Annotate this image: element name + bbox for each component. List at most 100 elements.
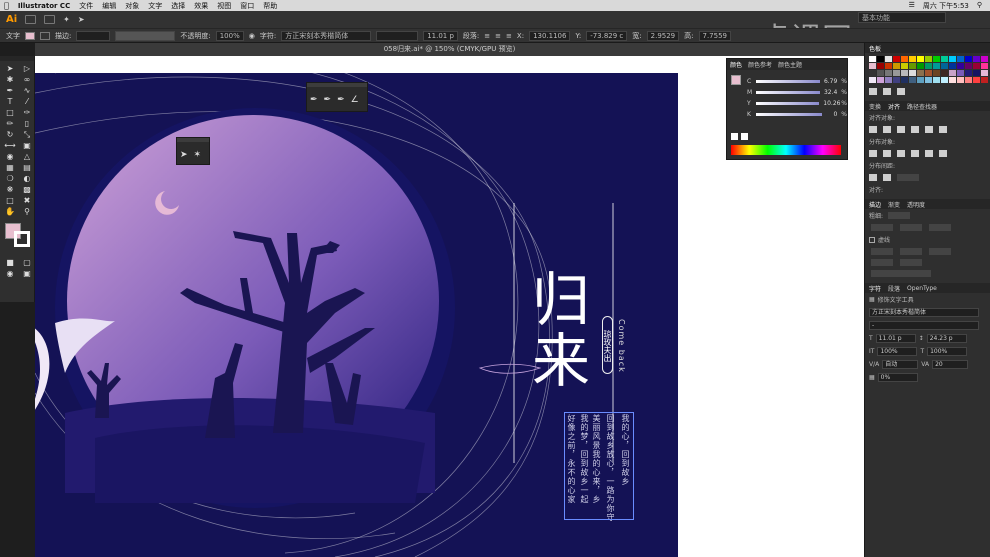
swatch-chip[interactable] xyxy=(981,56,988,62)
menu-help[interactable]: 帮助 xyxy=(263,1,277,11)
menu-view[interactable]: 视图 xyxy=(217,1,231,11)
draw-normal-icon[interactable]: ◉ xyxy=(3,269,17,278)
variable-width-field[interactable] xyxy=(115,30,176,41)
arrange-documents-icon[interactable] xyxy=(44,15,56,24)
swatch-chip[interactable] xyxy=(893,77,900,83)
tab-gradient[interactable]: 渐变 xyxy=(888,200,900,209)
subtitle-english[interactable]: Come back xyxy=(617,319,626,373)
swatch-chip[interactable] xyxy=(965,63,972,69)
fill-swatch[interactable] xyxy=(25,31,35,40)
swatch-chip[interactable] xyxy=(981,63,988,69)
swatch-chip[interactable] xyxy=(901,56,908,62)
swatch-chip[interactable] xyxy=(957,77,964,83)
tab-transform[interactable]: 变换 xyxy=(869,102,881,111)
selection-tool-icon[interactable]: ➤ xyxy=(3,64,17,73)
swatch-chip[interactable] xyxy=(925,56,932,62)
align-left-icon[interactable] xyxy=(869,126,877,133)
clock[interactable]: 周六 下午5:53 xyxy=(923,1,969,11)
swatch-chip[interactable] xyxy=(885,56,892,62)
brush-icon[interactable]: ✦ xyxy=(63,15,70,24)
wifi-icon[interactable]: ☰ xyxy=(909,1,915,11)
tab-character[interactable]: 字符 xyxy=(869,284,881,293)
swatch-chip[interactable] xyxy=(933,70,940,76)
floating-panel-header[interactable] xyxy=(177,138,209,142)
font-style-field[interactable]: - xyxy=(869,321,979,330)
anchor-convert-icon[interactable]: ∠ xyxy=(351,95,359,105)
font-size-field[interactable]: 11.01 p xyxy=(875,334,916,343)
title-char-2[interactable]: 来 xyxy=(532,314,590,398)
swatch-chip[interactable] xyxy=(925,77,932,83)
touch-type-row[interactable]: ▦ 修饰文字工具 xyxy=(865,293,990,306)
delete-swatch-icon[interactable] xyxy=(897,88,905,95)
swatch-chip[interactable] xyxy=(869,63,876,69)
align-hcenter-icon[interactable] xyxy=(883,126,891,133)
artboard-tool-icon[interactable]: □ xyxy=(3,196,17,205)
swatch-chip[interactable] xyxy=(925,63,932,69)
swatch-chip[interactable] xyxy=(901,77,908,83)
cp-fill-swatch[interactable] xyxy=(731,75,741,85)
font-family-field[interactable]: 方正宋刻本秀楷简体 xyxy=(281,30,372,41)
swatch-chip[interactable] xyxy=(877,70,884,76)
swatch-chip[interactable] xyxy=(933,77,940,83)
align-top-icon[interactable] xyxy=(911,126,919,133)
slider-m[interactable]: M 32.4% xyxy=(727,87,847,98)
swatch-chip[interactable] xyxy=(909,77,916,83)
swatch-chip[interactable] xyxy=(877,56,884,62)
tab-transparency[interactable]: 透明度 xyxy=(907,200,925,209)
slice-tool-icon[interactable]: ✖ xyxy=(20,196,34,205)
swatch-chip[interactable] xyxy=(901,70,908,76)
swatch-chip[interactable] xyxy=(901,63,908,69)
swatch-chip[interactable] xyxy=(869,77,876,83)
graph-tool-icon[interactable]: ▩ xyxy=(20,185,34,194)
swatch-chip[interactable] xyxy=(893,56,900,62)
menu-file[interactable]: 文件 xyxy=(79,1,93,11)
leading-field[interactable]: 24.23 p xyxy=(926,334,967,343)
swatch-chip[interactable] xyxy=(973,77,980,83)
tracking-field[interactable]: 20 xyxy=(932,360,969,369)
swatch-chip[interactable] xyxy=(949,63,956,69)
color-spectrum[interactable] xyxy=(731,145,841,155)
x-field[interactable]: 130.1106 xyxy=(529,30,571,41)
tab-swatches[interactable]: 色板 xyxy=(869,44,881,53)
tab-paragraph[interactable]: 段落 xyxy=(888,284,900,293)
none-swatch[interactable] xyxy=(731,133,738,140)
font-style-field[interactable] xyxy=(376,30,419,41)
menu-window[interactable]: 窗口 xyxy=(240,1,254,11)
rotate-tool-icon[interactable]: ↻ xyxy=(3,130,17,139)
eyedropper-tool-icon[interactable]: ❍ xyxy=(3,174,17,183)
swatch-chip[interactable] xyxy=(981,70,988,76)
menu-type[interactable]: 文字 xyxy=(148,1,162,11)
swatch-chip[interactable] xyxy=(973,70,980,76)
text-selection-box[interactable] xyxy=(564,412,634,520)
swatch-chip[interactable] xyxy=(869,56,876,62)
menu-select[interactable]: 选择 xyxy=(171,1,185,11)
stroke-weight-field[interactable] xyxy=(76,30,111,41)
swatch-chip[interactable] xyxy=(965,77,972,83)
document-tab[interactable]: 058归来.ai* @ 150% (CMYK/GPU 预览) xyxy=(35,43,864,56)
line-tool-icon[interactable]: ⁄ xyxy=(20,97,34,106)
rectangle-tool-icon[interactable]: □ xyxy=(3,108,17,117)
font-family-field[interactable]: 方正宋刻本秀楷简体 xyxy=(869,308,979,317)
swatch-chip[interactable] xyxy=(973,63,980,69)
add-anchor-icon[interactable]: ✒ xyxy=(324,95,332,105)
swatch-chip[interactable] xyxy=(949,70,956,76)
tab-color-themes[interactable]: 颜色主题 xyxy=(778,60,802,69)
dashed-checkbox[interactable] xyxy=(869,236,875,243)
new-swatch-icon[interactable] xyxy=(883,88,891,95)
mesh-tool-icon[interactable]: ▦ xyxy=(3,163,17,172)
slider-y[interactable]: Y 10.26% xyxy=(727,98,847,109)
align-vcenter-icon[interactable] xyxy=(925,126,933,133)
align-center-icon[interactable]: ≡ xyxy=(495,32,501,40)
screen-mode-icon[interactable]: ▣ xyxy=(20,269,34,278)
pen-tool-icon[interactable]: ✒ xyxy=(3,86,17,95)
tab-pathfinder[interactable]: 路径查找器 xyxy=(907,102,937,111)
selection-tool-icon[interactable]: ➤ xyxy=(180,150,188,160)
w-field[interactable]: 2.9529 xyxy=(646,30,680,41)
swatch-chip[interactable] xyxy=(981,77,988,83)
tab-color[interactable]: 颜色 xyxy=(730,60,742,69)
free-transform-tool-icon[interactable]: ▣ xyxy=(20,141,34,150)
type-tool-icon[interactable]: T xyxy=(3,97,17,106)
zoom-tool-icon[interactable]: ⚲ xyxy=(20,207,34,216)
delete-anchor-icon[interactable]: ✒ xyxy=(337,95,345,105)
swatch-chip[interactable] xyxy=(949,56,956,62)
